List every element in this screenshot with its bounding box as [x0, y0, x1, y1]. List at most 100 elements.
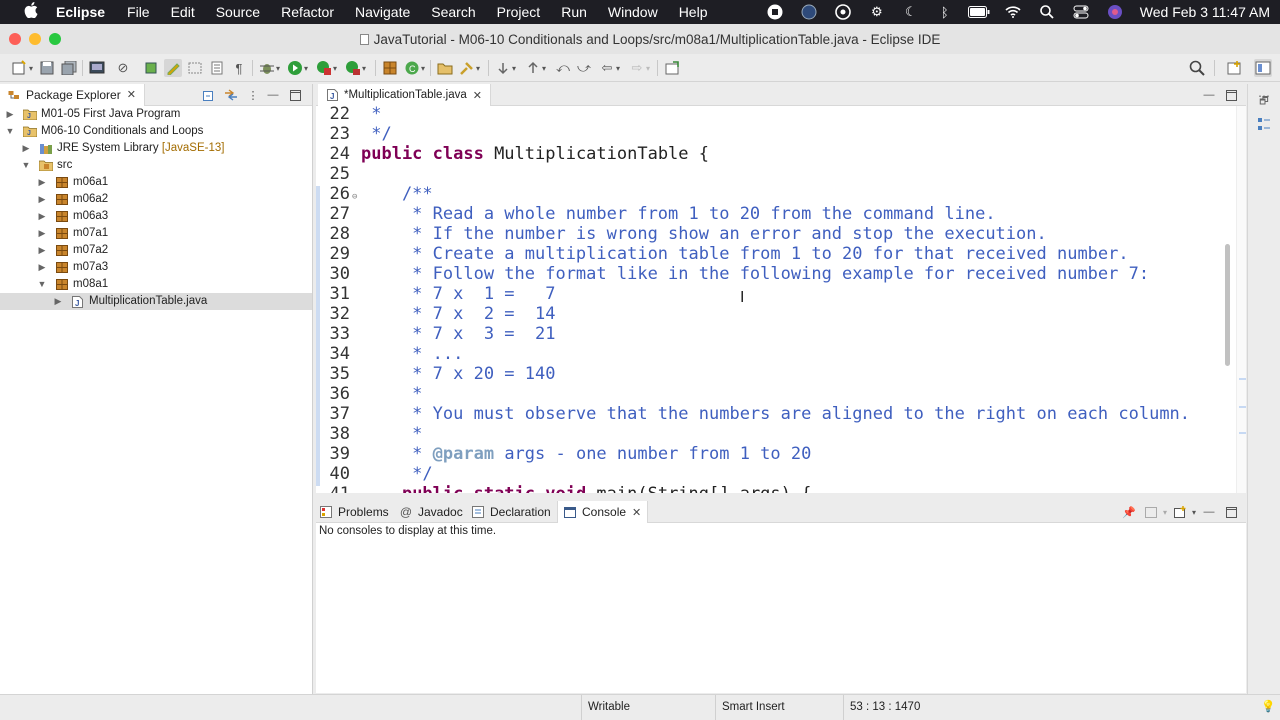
- code-line[interactable]: 40 */: [316, 464, 1221, 484]
- display-console-dropdown-chevron-icon[interactable]: ▾: [1158, 505, 1172, 519]
- expand-chevron-icon[interactable]: ▶: [37, 225, 47, 242]
- maximize-editor-icon[interactable]: [1224, 88, 1238, 102]
- forward-dropdown-chevron-icon[interactable]: ▾: [644, 59, 652, 77]
- tab-javadoc[interactable]: @ Javadoc: [400, 501, 463, 523]
- code-line[interactable]: 39 * @param args - one number from 1 to …: [316, 444, 1221, 464]
- code-line[interactable]: 23 */: [316, 124, 1221, 144]
- show-whitespace-icon[interactable]: ¶: [230, 59, 248, 77]
- java-perspective-icon[interactable]: [1254, 59, 1272, 77]
- tree-item-package-m08a1[interactable]: ▼ m08a1: [0, 276, 312, 293]
- new-class-dropdown-chevron-icon[interactable]: ▾: [419, 59, 427, 77]
- fold-toggle-icon[interactable]: ⊖: [352, 487, 357, 493]
- tab-console[interactable]: Console ✕: [557, 501, 649, 523]
- editor-overview-ruler[interactable]: [1236, 106, 1246, 493]
- new-java-package-icon[interactable]: [381, 59, 399, 77]
- tab-multiplicationtable-java[interactable]: J *MultiplicationTable.java ✕: [318, 84, 491, 106]
- link-with-editor-icon[interactable]: [224, 88, 238, 102]
- expand-chevron-icon[interactable]: ▶: [5, 106, 15, 123]
- status-insert-mode[interactable]: Smart Insert: [715, 695, 839, 720]
- control-center-icon[interactable]: [1070, 4, 1092, 20]
- open-perspective-icon[interactable]: [1226, 59, 1244, 77]
- maximize-panel-icon[interactable]: [1224, 505, 1238, 519]
- previous-annotation-dropdown-chevron-icon[interactable]: ▾: [540, 59, 548, 77]
- menu-project[interactable]: Project: [497, 4, 541, 20]
- collapse-all-icon[interactable]: [202, 88, 216, 102]
- minimize-editor-icon[interactable]: —: [1202, 88, 1216, 102]
- tree-item-package-m06a3[interactable]: ▶ m06a3: [0, 208, 312, 225]
- debug-dropdown-chevron-icon[interactable]: ▾: [274, 59, 282, 77]
- search-tool-dropdown-chevron-icon[interactable]: ▾: [474, 59, 482, 77]
- search-icon[interactable]: [1188, 59, 1206, 77]
- tab-problems[interactable]: Problems: [320, 501, 389, 523]
- tip-bulb-icon[interactable]: 💡: [1255, 695, 1280, 720]
- code-line[interactable]: 34 * ...: [316, 344, 1221, 364]
- minimize-panel-icon[interactable]: —: [1202, 505, 1216, 519]
- display-selected-console-icon[interactable]: [1144, 505, 1158, 519]
- status-cursor-position[interactable]: 53 : 13 : 1470: [843, 695, 943, 720]
- collapse-chevron-icon[interactable]: ▼: [5, 123, 15, 140]
- tree-item-package-m07a2[interactable]: ▶ m07a2: [0, 242, 312, 259]
- mark-occurrences-icon[interactable]: [164, 59, 182, 77]
- collapse-chevron-icon[interactable]: ▼: [37, 276, 47, 293]
- expand-chevron-icon[interactable]: ▶: [37, 259, 47, 276]
- restore-icon[interactable]: 🗗: [1256, 94, 1272, 110]
- creative-cloud-icon[interactable]: [832, 4, 854, 20]
- menu-run[interactable]: Run: [561, 4, 587, 20]
- open-console-dropdown-chevron-icon[interactable]: ▾: [1187, 505, 1201, 519]
- tree-item-jre-system-library[interactable]: ▶ JRE System Library [JavaSE-13]: [0, 140, 312, 157]
- bluetooth-icon[interactable]: ᛒ: [934, 4, 956, 20]
- back-dropdown-chevron-icon[interactable]: ▾: [614, 59, 622, 77]
- console-view[interactable]: No consoles to display at this time.: [316, 523, 1246, 693]
- save-all-icon[interactable]: [60, 59, 78, 77]
- pin-editor-icon[interactable]: [663, 59, 681, 77]
- new-wizard-icon[interactable]: [10, 59, 28, 77]
- toggle-block-selection-icon[interactable]: [186, 59, 204, 77]
- save-icon[interactable]: [38, 59, 56, 77]
- apple-menu-icon[interactable]: [20, 2, 42, 22]
- expand-chevron-icon[interactable]: ▶: [37, 174, 47, 191]
- code-line[interactable]: 41⊖ public static void main(String[] arg…: [316, 484, 1221, 493]
- build-icon[interactable]: [142, 59, 160, 77]
- battery-icon[interactable]: [967, 4, 990, 20]
- spotlight-search-icon[interactable]: [1036, 4, 1058, 20]
- expand-chevron-icon[interactable]: ▶: [37, 242, 47, 259]
- external-tools-dropdown-chevron-icon[interactable]: ▾: [360, 59, 368, 77]
- code-line[interactable]: 26 ⊖ /**: [316, 184, 1221, 204]
- coverage-dropdown-chevron-icon[interactable]: ▾: [331, 59, 339, 77]
- tree-item-package-m07a1[interactable]: ▶ m07a1: [0, 225, 312, 242]
- tree-item-package-m06a2[interactable]: ▶ m06a2: [0, 191, 312, 208]
- code-line[interactable]: 37 * You must observe that the numbers a…: [316, 404, 1221, 424]
- minimize-view-icon[interactable]: —: [266, 88, 280, 102]
- next-annotation-dropdown-chevron-icon[interactable]: ▾: [510, 59, 518, 77]
- expand-chevron-icon[interactable]: ▶: [37, 208, 47, 225]
- new-dropdown-chevron-icon[interactable]: ▾: [27, 59, 35, 77]
- outline-view-icon[interactable]: [1256, 116, 1272, 132]
- code-line[interactable]: 24 public class MultiplicationTable {: [316, 144, 1221, 164]
- siri-icon[interactable]: [1104, 4, 1126, 20]
- window-minimize-button[interactable]: [29, 33, 41, 45]
- skip-breakpoints-icon[interactable]: ⊘: [114, 59, 132, 77]
- code-line[interactable]: 27 * Read a whole number from 1 to 20 fr…: [316, 204, 1221, 224]
- window-zoom-button[interactable]: [49, 33, 61, 45]
- tree-item-src-folder[interactable]: ▼ src: [0, 157, 312, 174]
- tree-item-m01-05-project[interactable]: ▶ J M01-05 First Java Program: [0, 106, 312, 123]
- code-line[interactable]: 28 * If the number is wrong show an erro…: [316, 224, 1221, 244]
- wifi-icon[interactable]: [1002, 4, 1024, 20]
- close-icon[interactable]: ✕: [127, 88, 136, 101]
- forward-edit-icon[interactable]: ⤻: [575, 59, 593, 77]
- app-status-icon[interactable]: [798, 4, 820, 20]
- menu-edit[interactable]: Edit: [171, 4, 195, 20]
- tree-item-m06-10-project[interactable]: ▼ J M06-10 Conditionals and Loops: [0, 123, 312, 140]
- menu-source[interactable]: Source: [216, 4, 260, 20]
- tree-item-package-m07a3[interactable]: ▶ m07a3: [0, 259, 312, 276]
- code-line[interactable]: 33 * 7 x 3 = 21: [316, 324, 1221, 344]
- settings-gear-icon[interactable]: ⚙: [866, 4, 888, 20]
- tab-declaration[interactable]: Declaration: [472, 501, 551, 523]
- menu-help[interactable]: Help: [679, 4, 708, 20]
- view-menu-icon[interactable]: ⋮: [246, 88, 260, 102]
- java-editor[interactable]: 22 * 23 */24 public class MultiplicationTa…: [316, 106, 1246, 493]
- maximize-view-icon[interactable]: [288, 88, 302, 102]
- code-line[interactable]: 22 *: [316, 106, 1221, 124]
- open-terminal-icon[interactable]: [88, 59, 106, 77]
- code-line[interactable]: 29 * Create a multiplication table from …: [316, 244, 1221, 264]
